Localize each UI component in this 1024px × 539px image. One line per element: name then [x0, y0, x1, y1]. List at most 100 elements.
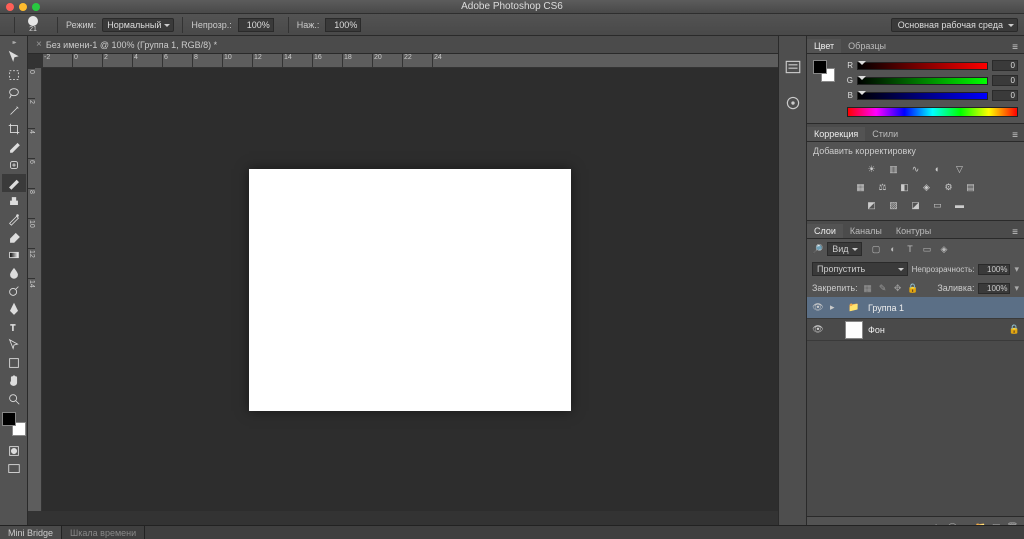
- layer-row-group[interactable]: 👁 ▸ 📁 Группа 1: [807, 297, 1024, 319]
- tab-color[interactable]: Цвет: [807, 39, 841, 53]
- tab-mini-bridge[interactable]: Mini Bridge: [0, 526, 62, 539]
- invert-icon[interactable]: ◩: [864, 198, 880, 212]
- layer-name[interactable]: Фон: [868, 325, 885, 335]
- photo-filter-icon[interactable]: ◈: [919, 180, 935, 194]
- visibility-toggle[interactable]: 👁: [811, 324, 825, 335]
- balance-icon[interactable]: ⚖: [875, 180, 891, 194]
- lock-position-icon[interactable]: ✥: [892, 282, 904, 294]
- crop-tool[interactable]: [2, 120, 26, 138]
- bw-icon[interactable]: ◧: [897, 180, 913, 194]
- type-tool[interactable]: T: [2, 318, 26, 336]
- healing-tool[interactable]: [2, 156, 26, 174]
- filter-smart-icon[interactable]: ◈: [938, 243, 951, 256]
- eraser-tool[interactable]: [2, 228, 26, 246]
- posterize-icon[interactable]: ▨: [886, 198, 902, 212]
- hand-tool[interactable]: [2, 372, 26, 390]
- workspace-switcher[interactable]: Основная рабочая среда: [891, 18, 1018, 32]
- tab-adjustments[interactable]: Коррекция: [807, 127, 865, 141]
- canvas[interactable]: [249, 169, 571, 411]
- document-tab[interactable]: × Без имени-1 @ 100% (Группа 1, RGB/8) *: [28, 36, 225, 53]
- lookup-icon[interactable]: ▤: [963, 180, 979, 194]
- layer-filter-kind[interactable]: Вид: [827, 242, 861, 256]
- layer-thumbnail[interactable]: [845, 321, 863, 339]
- group-twisty-icon[interactable]: ▸: [830, 302, 840, 313]
- selective-color-icon[interactable]: ▬: [952, 198, 968, 212]
- levels-icon[interactable]: ▥: [886, 162, 902, 176]
- exposure-icon[interactable]: ◐: [930, 162, 946, 176]
- b-value[interactable]: 0: [992, 90, 1018, 101]
- close-tab-icon[interactable]: ×: [36, 39, 42, 50]
- dodge-tool[interactable]: [2, 282, 26, 300]
- flow-input[interactable]: 100%: [325, 18, 361, 32]
- blur-tool[interactable]: [2, 264, 26, 282]
- visibility-toggle[interactable]: 👁: [811, 302, 825, 313]
- layer-row-background[interactable]: 👁 Фон 🔒: [807, 319, 1024, 341]
- curves-icon[interactable]: ∿: [908, 162, 924, 176]
- zoom-window[interactable]: [32, 3, 40, 11]
- g-value[interactable]: 0: [992, 75, 1018, 86]
- filter-pixel-icon[interactable]: ▢: [870, 243, 883, 256]
- channel-mixer-icon[interactable]: ⚙: [941, 180, 957, 194]
- lock-icon[interactable]: 🔒: [1009, 324, 1020, 335]
- threshold-icon[interactable]: ◪: [908, 198, 924, 212]
- panel-menu-icon[interactable]: ≡: [1006, 130, 1024, 141]
- wand-tool[interactable]: [2, 102, 26, 120]
- lock-transparent-icon[interactable]: ▦: [862, 282, 874, 294]
- panel-menu-icon[interactable]: ≡: [1006, 227, 1024, 238]
- fill-value[interactable]: 100%: [978, 283, 1010, 294]
- b-slider[interactable]: [857, 92, 988, 100]
- pen-tool[interactable]: [2, 300, 26, 318]
- path-select-tool[interactable]: [2, 336, 26, 354]
- brush-tool[interactable]: [2, 174, 26, 192]
- marquee-tool[interactable]: [2, 66, 26, 84]
- hue-icon[interactable]: ▦: [853, 180, 869, 194]
- tab-timeline[interactable]: Шкала времени: [62, 526, 145, 539]
- blend-mode-dropdown[interactable]: Пропустить: [812, 262, 908, 276]
- tab-swatches[interactable]: Образцы: [841, 39, 893, 53]
- panel-color-swatches[interactable]: [813, 60, 835, 82]
- tab-layers[interactable]: Слои: [807, 224, 843, 238]
- filter-adjust-icon[interactable]: ◐: [887, 243, 900, 256]
- spectrum-ramp[interactable]: [847, 107, 1018, 117]
- opacity-dropdown-icon[interactable]: ▾: [1014, 264, 1019, 275]
- close-window[interactable]: [6, 3, 14, 11]
- tools-collapse-icon[interactable]: [2, 38, 26, 46]
- color-swatches[interactable]: [2, 412, 26, 436]
- lock-pixels-icon[interactable]: ✎: [877, 282, 889, 294]
- lock-all-icon[interactable]: 🔒: [907, 282, 919, 294]
- screenmode-toggle[interactable]: [2, 460, 26, 478]
- blend-mode-dropdown[interactable]: Нормальный: [102, 18, 174, 32]
- tab-styles[interactable]: Стили: [865, 127, 905, 141]
- brush-preset-picker[interactable]: 21: [23, 15, 43, 35]
- layer-opacity-value[interactable]: 100%: [978, 264, 1010, 275]
- panel-menu-icon[interactable]: ≡: [1006, 42, 1024, 53]
- ruler-vertical[interactable]: 02468101214: [28, 68, 42, 511]
- opacity-input[interactable]: 100%: [238, 18, 274, 32]
- filter-shape-icon[interactable]: ▭: [921, 243, 934, 256]
- brightness-icon[interactable]: ☀: [864, 162, 880, 176]
- zoom-tool[interactable]: [2, 390, 26, 408]
- tab-paths[interactable]: Контуры: [889, 224, 938, 238]
- shape-tool[interactable]: [2, 354, 26, 372]
- move-tool[interactable]: [2, 48, 26, 66]
- canvas-viewport[interactable]: [42, 68, 778, 511]
- gradient-map-icon[interactable]: ▭: [930, 198, 946, 212]
- history-brush-tool[interactable]: [2, 210, 26, 228]
- fill-dropdown-icon[interactable]: ▾: [1014, 283, 1019, 294]
- quickmask-toggle[interactable]: [2, 442, 26, 460]
- eyedropper-tool[interactable]: [2, 138, 26, 156]
- ruler-horizontal[interactable]: -2024681012141618202224: [42, 54, 778, 68]
- r-slider[interactable]: [857, 62, 988, 70]
- filter-type-icon[interactable]: T: [904, 243, 917, 256]
- history-panel-icon[interactable]: [784, 58, 802, 76]
- g-slider[interactable]: [857, 77, 988, 85]
- gradient-tool[interactable]: [2, 246, 26, 264]
- minimize-window[interactable]: [19, 3, 27, 11]
- lasso-tool[interactable]: [2, 84, 26, 102]
- foreground-swatch[interactable]: [2, 412, 16, 426]
- vibrance-icon[interactable]: ▽: [952, 162, 968, 176]
- layer-name[interactable]: Группа 1: [868, 303, 904, 313]
- r-value[interactable]: 0: [992, 60, 1018, 71]
- stamp-tool[interactable]: [2, 192, 26, 210]
- tab-channels[interactable]: Каналы: [843, 224, 889, 238]
